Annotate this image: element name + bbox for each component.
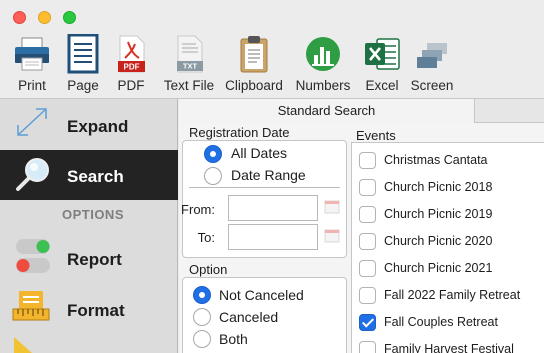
tab-bar: Standard Search [179, 99, 544, 123]
print-button[interactable]: Print [8, 28, 56, 96]
to-label: To: [197, 230, 215, 245]
zoom-window-button[interactable] [63, 11, 76, 24]
event-label: Fall 2022 Family Retreat [384, 288, 521, 302]
event-row[interactable]: Church Picnic 2018 [352, 174, 544, 201]
close-window-button[interactable] [13, 11, 26, 24]
event-checkbox[interactable] [359, 179, 376, 196]
event-row[interactable]: Fall Couples Retreat [352, 309, 544, 336]
screen-label: Screen [410, 78, 454, 93]
all-dates-label: All Dates [231, 145, 288, 161]
all-dates-radio[interactable] [204, 145, 222, 163]
pdf-label: PDF [117, 78, 145, 93]
page-button[interactable]: Page [60, 28, 106, 96]
sidebar-item-report[interactable]: Report [0, 231, 178, 281]
expand-icon [17, 108, 47, 136]
screen-icon [417, 43, 447, 68]
canceled-radio[interactable] [193, 308, 211, 326]
event-label: Church Picnic 2020 [384, 234, 493, 248]
printer-icon [15, 37, 49, 71]
events-label: Events [356, 128, 396, 143]
option-label: Option [189, 262, 228, 277]
event-row[interactable]: Church Picnic 2021 [352, 255, 544, 282]
clipboard-icon [240, 36, 268, 73]
event-row[interactable]: Family Harvest Festival [352, 336, 544, 353]
main-panel: Standard Search Registration Date All Da… [179, 99, 544, 353]
clipboard-label: Clipboard [225, 78, 283, 93]
calendar-icon[interactable] [324, 198, 340, 214]
event-checkbox[interactable] [359, 287, 376, 304]
excel-button[interactable]: Excel [360, 28, 404, 96]
sidebar-label-format: Format [67, 301, 125, 320]
sidebar-item-search[interactable]: Search [0, 150, 178, 200]
not-canceled-label: Not Canceled [219, 287, 304, 303]
print-label: Print [18, 78, 46, 93]
page-label: Page [67, 78, 99, 93]
sidebar-label-search: Search [67, 167, 124, 186]
event-row[interactable]: Church Picnic 2020 [352, 228, 544, 255]
date-range-radio[interactable] [204, 167, 222, 185]
registration-date-label: Registration Date [189, 125, 290, 140]
sidebar-options-header: OPTIONS [61, 207, 124, 222]
calendar-icon[interactable] [324, 227, 340, 243]
event-row[interactable]: Church Picnic 2019 [352, 201, 544, 228]
event-row[interactable]: Christmas Cantata [352, 147, 544, 174]
event-checkbox[interactable] [359, 314, 376, 331]
magnifier-icon [16, 158, 49, 191]
event-row[interactable]: Fall 2022 Family Retreat [352, 282, 544, 309]
toggle-switches-icon [16, 239, 50, 273]
excel-label: Excel [365, 78, 399, 93]
registration-divider [189, 187, 340, 188]
to-date-field[interactable] [228, 224, 318, 250]
ruler-pencil-icon [12, 291, 50, 321]
event-label: Church Picnic 2018 [384, 180, 493, 194]
text-file-icon: TXT [177, 35, 203, 73]
minimize-window-button[interactable] [38, 11, 51, 24]
not-canceled-radio[interactable] [193, 286, 211, 304]
sidebar-label-report: Report [67, 250, 122, 269]
sidebar-label-expand: Expand [67, 117, 129, 136]
text-file-label: Text File [163, 78, 215, 93]
event-label: Church Picnic 2021 [384, 261, 493, 275]
text-file-button[interactable]: TXT Text File [158, 28, 220, 96]
sidebar-item-expand[interactable]: Expand [0, 99, 178, 147]
numbers-label: Numbers [295, 78, 351, 93]
event-checkbox[interactable] [359, 260, 376, 277]
partial-item-icon [14, 337, 32, 353]
events-list: Christmas Cantata Church Picnic 2018 Chu… [351, 142, 544, 353]
sidebar: Expand Search OPTIONS Report Format [0, 99, 178, 353]
sidebar-item-format[interactable]: Format [0, 285, 178, 335]
canceled-label: Canceled [219, 309, 279, 325]
event-label: Fall Couples Retreat [384, 315, 498, 329]
page-icon [67, 34, 99, 74]
both-radio[interactable] [193, 330, 211, 348]
txt-badge: TXT [183, 62, 198, 71]
option-box: Not Canceled Canceled Both [182, 277, 347, 353]
tab-standard-search[interactable]: Standard Search [179, 99, 475, 123]
numbers-button[interactable]: Numbers [292, 28, 354, 96]
event-checkbox[interactable] [359, 233, 376, 250]
excel-icon [365, 38, 400, 70]
from-label: From: [181, 202, 215, 217]
event-label: Family Harvest Festival [384, 342, 514, 353]
app-window: Print Page PDF PDF TXT Text File Clipboa… [0, 0, 544, 353]
clipboard-button[interactable]: Clipboard [222, 28, 286, 96]
event-label: Church Picnic 2019 [384, 207, 493, 221]
event-label: Christmas Cantata [384, 153, 488, 167]
pdf-icon: PDF [118, 35, 145, 73]
pdf-badge: PDF [124, 63, 140, 72]
from-date-field[interactable] [228, 195, 318, 221]
numbers-icon [306, 37, 340, 71]
event-checkbox[interactable] [359, 341, 376, 353]
screen-button[interactable]: Screen [406, 28, 458, 96]
pdf-button[interactable]: PDF PDF [110, 28, 152, 96]
event-checkbox[interactable] [359, 152, 376, 169]
event-checkbox[interactable] [359, 206, 376, 223]
registration-date-box: All Dates Date Range From: To: [181, 140, 347, 258]
date-range-label: Date Range [231, 167, 306, 183]
both-label: Both [219, 331, 248, 347]
